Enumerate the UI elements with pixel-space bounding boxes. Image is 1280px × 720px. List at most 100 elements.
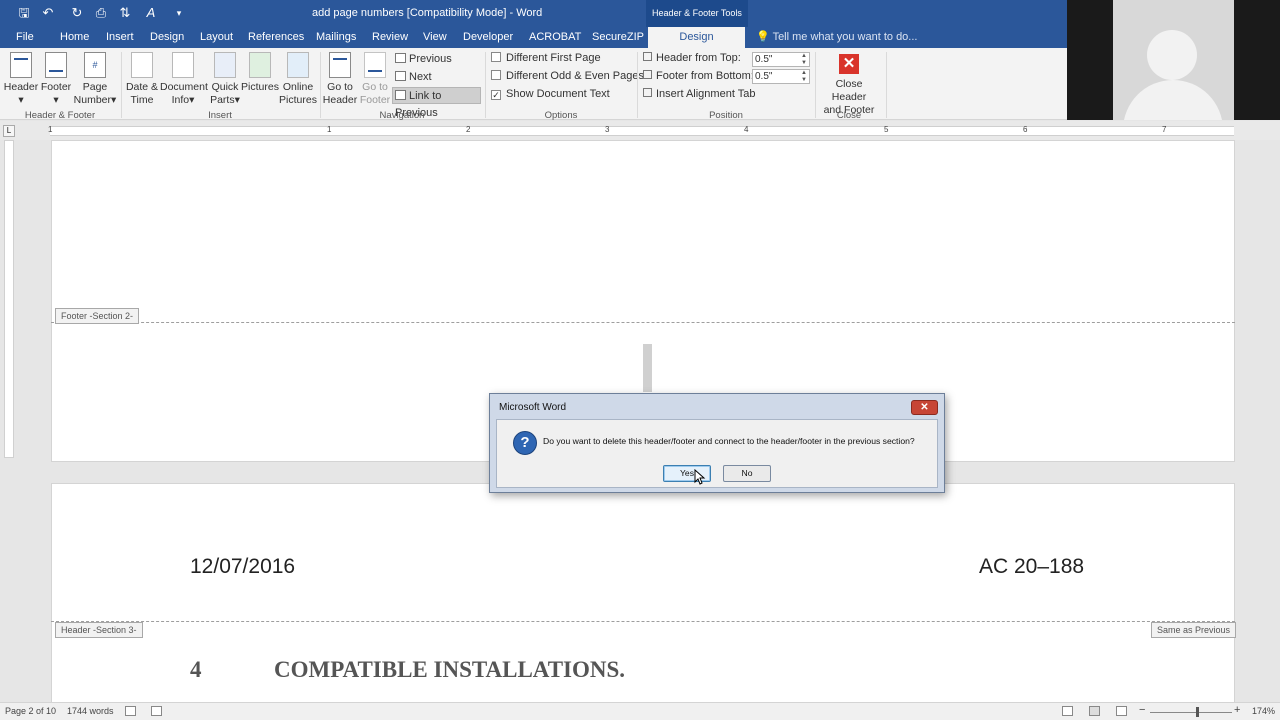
show-document-text-checkbox[interactable]: ✓ Show Document Text	[491, 86, 610, 103]
avatar-body	[1123, 80, 1223, 120]
go-to-footer-button[interactable]: Go to Footer	[357, 48, 393, 107]
ruler-mark: 7	[1162, 125, 1167, 134]
dialog-title: Microsoft Word	[499, 402, 567, 413]
footer-section-tag: Footer -Section 2-	[55, 308, 140, 324]
group-divider	[637, 52, 638, 118]
close-header-footer-button[interactable]: ✕ Close Header and Footer	[817, 48, 881, 117]
tab-selector[interactable]: L	[3, 125, 15, 137]
footer-icon	[45, 52, 67, 78]
document-title: add page numbers [Compatibility Mode] - …	[312, 7, 543, 19]
customize-qat-icon[interactable]: ▾	[174, 4, 184, 22]
link-to-previous-button[interactable]: Link to Previous	[392, 87, 481, 119]
heading-number[interactable]: 4	[190, 657, 202, 683]
tab-home[interactable]: Home	[60, 27, 89, 48]
ruler-track	[50, 126, 1234, 136]
confirm-dialog: Microsoft Word ✕ ? Do you want to delete…	[489, 393, 945, 493]
tab-acrobat[interactable]: ACROBAT	[529, 27, 581, 48]
dialog-close-button[interactable]: ✕	[911, 400, 938, 415]
spinner-arrows-icon[interactable]: ▲ ▼	[801, 53, 807, 67]
zoom-out-button[interactable]: −	[1139, 704, 1145, 716]
chevron-down-icon: ▾	[111, 94, 117, 106]
lightbulb-icon: 💡	[756, 31, 773, 43]
redo-icon[interactable]: ↻	[70, 4, 84, 22]
go-to-header-button[interactable]: Go to Header	[322, 48, 358, 107]
heading-text[interactable]: COMPATIBLE INSTALLATIONS.	[274, 657, 625, 683]
proofing-icon[interactable]	[125, 706, 136, 716]
document-info-button[interactable]: Document Info▾	[160, 48, 208, 107]
word-count[interactable]: 1744 words	[67, 706, 114, 716]
previous-icon	[395, 53, 406, 63]
tab-securezip[interactable]: SecureZIP	[592, 27, 644, 48]
tab-header-footer-design[interactable]: Design	[648, 27, 745, 48]
font-style-icon[interactable]: A	[144, 4, 158, 22]
macro-record-icon[interactable]	[151, 706, 162, 716]
avatar-head	[1147, 30, 1197, 80]
different-first-page-checkbox[interactable]: Different First Page	[491, 50, 601, 67]
document-page[interactable]	[51, 483, 1235, 703]
undo-icon[interactable]: ↶	[40, 4, 56, 22]
mouse-cursor-icon	[694, 469, 706, 485]
tab-mailings[interactable]: Mailings	[316, 27, 356, 48]
save-icon[interactable]: 🖫	[16, 4, 32, 22]
header-ac-number-text[interactable]: AC 20–188	[979, 555, 1084, 579]
zoom-in-button[interactable]: +	[1234, 704, 1240, 716]
tab-insert[interactable]: Insert	[106, 27, 134, 48]
zoom-slider[interactable]	[1150, 712, 1232, 713]
group-label-position: Position	[709, 110, 743, 121]
checkbox-icon	[491, 70, 501, 80]
read-mode-icon[interactable]	[1062, 706, 1073, 716]
ruler-mark: 2	[466, 125, 471, 134]
tab-review[interactable]: Review	[372, 27, 408, 48]
question-icon: ?	[513, 431, 537, 455]
ruler-mark: 6	[1023, 125, 1028, 134]
ruler-mark: 4	[744, 125, 749, 134]
header-button[interactable]: Header ▾	[3, 48, 39, 107]
tab-view[interactable]: View	[423, 27, 447, 48]
quick-parts-button[interactable]: Quick Parts▾	[207, 48, 243, 107]
insert-alignment-tab-button[interactable]: Insert Alignment Tab	[643, 86, 755, 103]
header-date-text[interactable]: 12/07/2016	[190, 555, 295, 579]
alignment-tab-icon	[643, 88, 652, 97]
print-layout-icon[interactable]	[1089, 706, 1100, 716]
footer-position-icon	[643, 70, 652, 79]
ribbon: Header ▾ Footer ▾ # Page Number▾ Header & F…	[0, 48, 1067, 121]
tab-developer[interactable]: Developer	[463, 27, 513, 48]
dialog-message: Do you want to delete this header/footer…	[543, 436, 915, 446]
vertical-ruler[interactable]	[4, 140, 14, 458]
go-to-footer-icon	[364, 52, 386, 78]
pictures-button[interactable]: Pictures	[241, 48, 279, 94]
date-time-button[interactable]: Date & Time	[123, 48, 161, 107]
group-divider	[320, 52, 321, 118]
ruler-mark: 3	[605, 125, 610, 134]
print-preview-icon[interactable]: ⎙	[94, 4, 108, 22]
zoom-slider-thumb[interactable]	[1196, 707, 1199, 717]
horizontal-ruler[interactable]: L 1 1 2 3 4 5 6 7	[0, 121, 1280, 140]
header-from-top-spinner[interactable]: 0.5" ▲ ▼	[752, 52, 810, 67]
previous-button[interactable]: Previous	[395, 51, 452, 68]
sort-icon[interactable]: ⇅	[117, 4, 133, 22]
online-pictures-button[interactable]: Online Pictures	[279, 48, 317, 107]
next-icon	[395, 71, 406, 81]
spinner-arrows-icon[interactable]: ▲ ▼	[801, 70, 807, 84]
tell-me-search[interactable]: 💡 Tell me what you want to do...	[756, 27, 917, 48]
next-button[interactable]: Next	[395, 69, 432, 86]
title-bar: 🖫 ↶ ↻ ⎙ ⇅ A ▾ add page numbers [Compatib…	[0, 0, 1067, 27]
different-odd-even-checkbox[interactable]: Different Odd & Even Pages	[491, 68, 644, 85]
page-number-icon: #	[84, 52, 106, 78]
footer-button[interactable]: Footer ▾	[38, 48, 74, 107]
group-divider	[121, 52, 122, 118]
footer-from-bottom-spinner[interactable]: 0.5" ▲ ▼	[752, 69, 810, 84]
zoom-level[interactable]: 174%	[1252, 706, 1275, 716]
page-count[interactable]: Page 2 of 10	[5, 706, 56, 716]
tab-file[interactable]: File	[16, 27, 34, 48]
chevron-down-icon: ▾	[234, 94, 240, 106]
no-button[interactable]: No	[723, 465, 771, 482]
tab-design[interactable]: Design	[150, 27, 184, 48]
dialog-body: ? Do you want to delete this header/foot…	[496, 419, 938, 488]
tab-references[interactable]: References	[248, 27, 304, 48]
page-number-button[interactable]: # Page Number▾	[72, 48, 118, 107]
web-layout-icon[interactable]	[1116, 706, 1127, 716]
tab-layout[interactable]: Layout	[200, 27, 233, 48]
go-to-header-icon	[329, 52, 351, 78]
close-icon: ✕	[839, 54, 859, 74]
